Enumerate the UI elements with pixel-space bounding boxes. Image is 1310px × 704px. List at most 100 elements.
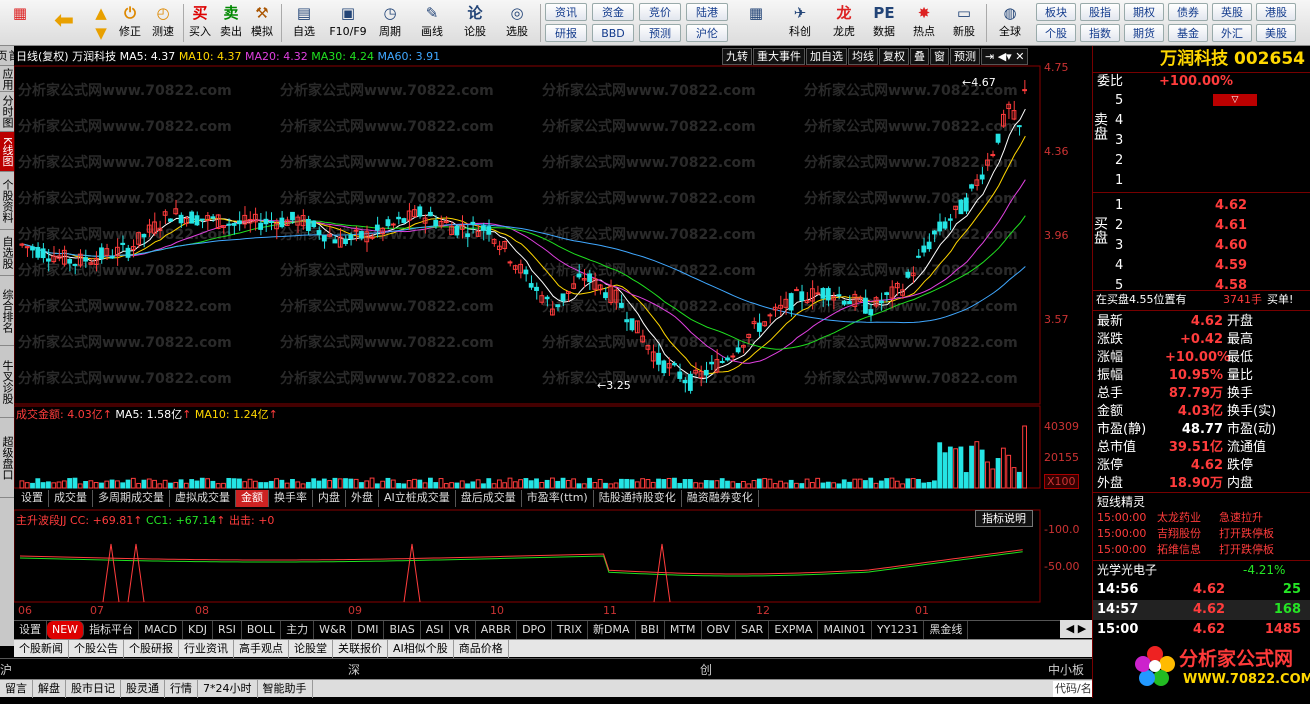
indicator-tab[interactable]: 设置 (14, 621, 47, 639)
wizard-row[interactable]: 15:00:00 太龙药业 急速拉升 (1093, 510, 1310, 526)
left-tab-intraday[interactable]: 分时图 (0, 92, 14, 132)
hotspot-button[interactable]: ✸ 热点 (906, 3, 942, 43)
left-tab-superpanel[interactable]: 超级盘口 (0, 418, 14, 498)
grid2-index[interactable]: 指数 (1080, 24, 1120, 42)
grid-btn-funds[interactable]: 资金 (592, 3, 634, 21)
new-stock-button[interactable]: ▭ 新股 (946, 3, 982, 43)
indicator-explain-button[interactable]: 指标说明 (975, 510, 1033, 527)
news-tab[interactable]: AI相似个股 (388, 640, 454, 658)
fix-button[interactable]: ⏻ 修正 (116, 3, 144, 43)
footer-item[interactable]: 行情 (165, 680, 198, 698)
volume-tab[interactable]: 金额 (236, 490, 269, 507)
grid2-uk[interactable]: 英股 (1212, 3, 1252, 21)
indicator-tab[interactable]: TRIX (552, 621, 588, 639)
period-button[interactable]: ◷ 周期 (372, 3, 408, 43)
grid-btn-forecast[interactable]: 预测 (639, 24, 681, 42)
sell-row[interactable]: 1 (1115, 172, 1310, 190)
indicator-tab[interactable]: ARBR (476, 621, 518, 639)
watchlist-button[interactable]: ▤ 自选 (284, 3, 324, 43)
indicator-tab[interactable]: EXPMA (769, 621, 819, 639)
left-tab-diagnose[interactable]: 牛叉诊股 (0, 346, 14, 418)
news-tab[interactable]: 行业资讯 (179, 640, 234, 658)
indicator-tab[interactable]: MACD (139, 621, 184, 639)
buy-button[interactable]: 买买入 (186, 3, 214, 43)
indicator-tab[interactable]: BBI (636, 621, 665, 639)
sell-row[interactable]: 4 (1115, 112, 1310, 130)
btn-overlay[interactable]: 叠 (910, 48, 929, 65)
btn-forecast[interactable]: 预测 (950, 48, 980, 65)
indicator-tab[interactable]: BIAS (384, 621, 421, 639)
grid2-fund[interactable]: 基金 (1168, 24, 1208, 42)
indicator-tab[interactable]: 黑金线 (924, 621, 969, 639)
news-tab[interactable]: 关联报价 (333, 640, 388, 658)
volume-tab[interactable]: 融资融券变化 (682, 490, 759, 507)
data-button[interactable]: PE 数据 (866, 3, 902, 43)
left-tab-ranking[interactable]: 综合排名 (0, 276, 14, 346)
volume-tab[interactable]: 换手率 (269, 490, 313, 507)
btn-more[interactable]: ⇥ ◀▾ ✕ (981, 48, 1029, 65)
indicator-tab[interactable]: ASI (421, 621, 450, 639)
indicator-tab[interactable]: MAIN01 (818, 621, 872, 639)
grid2-stock[interactable]: 个股 (1036, 24, 1076, 42)
grid2-options[interactable]: 期权 (1124, 3, 1164, 21)
sell-row[interactable]: 3 (1115, 132, 1310, 150)
left-tab-apps[interactable]: 应用 (0, 66, 14, 92)
btn-major-events[interactable]: 重大事件 (753, 48, 805, 65)
grid-btn-bbd[interactable]: BBD (592, 24, 634, 42)
footer-item[interactable]: 7*24小时 (198, 680, 258, 698)
news-tab[interactable]: 商品价格 (454, 640, 509, 658)
wizard-row[interactable]: 15:00:00 拓维信息 打开跌停板 (1093, 542, 1310, 558)
speed-test-button[interactable]: ◴ 测速 (148, 3, 178, 43)
left-tab-watchlist[interactable]: 自选股 (0, 230, 14, 276)
news-tab[interactable]: 论股堂 (289, 640, 333, 658)
news-tab[interactable]: 个股新闻 (14, 640, 69, 658)
global-button[interactable]: ◍ 全球 (990, 3, 1030, 43)
grid-btn-research[interactable]: 研报 (545, 24, 587, 42)
buy-row[interactable]: 3 4.60 (1115, 237, 1310, 255)
news-tab[interactable]: 高手观点 (234, 640, 289, 658)
footer-item[interactable]: 股灵通 (121, 680, 165, 698)
indicator-tab[interactable]: NEW (47, 621, 85, 639)
simulate-button[interactable]: ⚒ 模拟 (248, 3, 276, 43)
stock-pick-button[interactable]: ◎ 选股 (498, 3, 536, 43)
grid-btn-shlondon[interactable]: 沪伦 (686, 24, 728, 42)
grid-btn-news[interactable]: 资讯 (545, 3, 587, 21)
grid2-sector[interactable]: 板块 (1036, 3, 1076, 21)
buy-row[interactable]: 2 4.61 (1115, 217, 1310, 235)
volume-tab[interactable]: 多周期成交量 (93, 490, 170, 507)
left-tab-kline[interactable]: K线图 (0, 132, 14, 172)
indicator-tab[interactable]: RSI (213, 621, 242, 639)
draw-line-button[interactable]: ✎ 画线 (414, 3, 450, 43)
wizard-row[interactable]: 15:00:00 吉翔股份 打开跌停板 (1093, 526, 1310, 542)
indicator-tab[interactable]: VR (450, 621, 476, 639)
scroll-arrows[interactable]: ◀ ▶ (1060, 620, 1092, 638)
btn-add-watch[interactable]: 加自选 (806, 48, 847, 65)
menu-button[interactable]: ▦ (2, 3, 38, 43)
buy-row[interactable]: 1 4.62 (1115, 197, 1310, 215)
dragon-tiger-button[interactable]: 龙龙虎 (826, 3, 862, 43)
grid-btn-hkconnect[interactable]: 陆港 (686, 3, 728, 21)
buy-row[interactable]: 4 4.59 (1115, 257, 1310, 275)
discuss-button[interactable]: 论论股 (458, 3, 492, 43)
footer-item[interactable]: 股市日记 (66, 680, 121, 698)
indicator-tab[interactable]: MTM (665, 621, 702, 639)
left-tab-home[interactable]: 首页 (0, 46, 20, 66)
indicator-tab[interactable]: 主力 (281, 621, 315, 639)
volume-tab[interactable]: 设置 (16, 490, 49, 507)
btn-adjust[interactable]: 复权 (879, 48, 909, 65)
btn-window[interactable]: 窗 (930, 48, 949, 65)
grid-btn-auction[interactable]: 竞价 (639, 3, 681, 21)
indicator-tab[interactable]: 指标平台 (84, 621, 140, 639)
volume-tab[interactable]: 内盘 (313, 490, 346, 507)
grid2-us[interactable]: 美股 (1256, 24, 1296, 42)
grid2-hk[interactable]: 港股 (1256, 3, 1296, 21)
indicator-tab[interactable]: BOLL (242, 621, 282, 639)
chart-button[interactable]: ▦ (736, 3, 776, 43)
sell-button[interactable]: 卖卖出 (217, 3, 245, 43)
footer-item[interactable]: 智能助手 (258, 680, 313, 698)
footer-item[interactable]: 留言 (0, 680, 33, 698)
volume-tab[interactable]: 外盘 (346, 490, 379, 507)
sell-row[interactable]: 2 (1115, 152, 1310, 170)
footer-item[interactable]: 解盘 (33, 680, 66, 698)
volume-tab[interactable]: 陆股通持股变化 (594, 490, 682, 507)
